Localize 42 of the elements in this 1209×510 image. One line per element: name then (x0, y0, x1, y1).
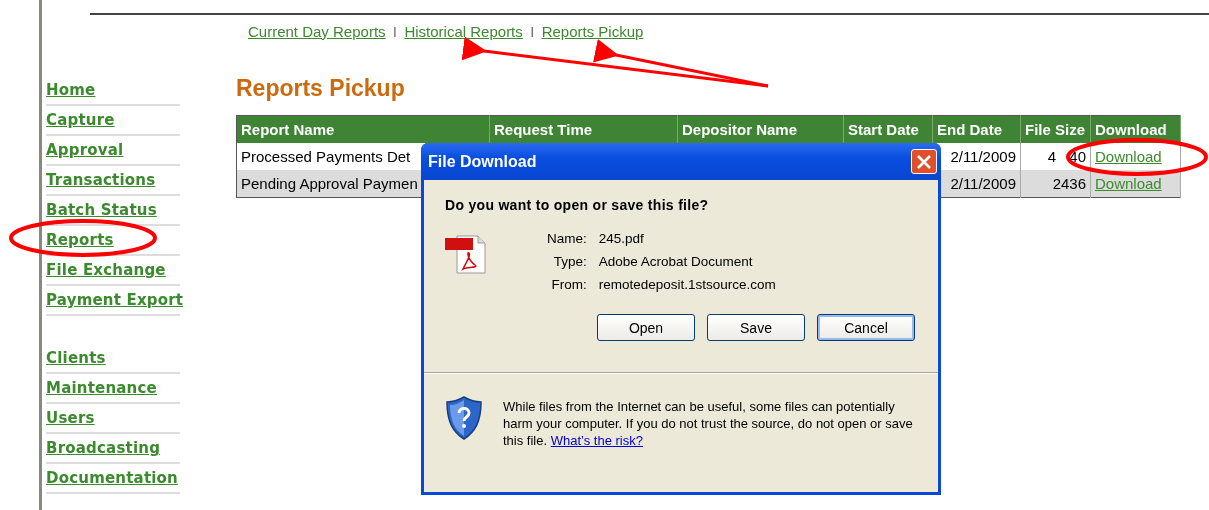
column-header: Report Name (236, 115, 490, 143)
sidebar-link[interactable]: File Exchange (46, 256, 180, 286)
field-label: From: (550, 277, 587, 292)
page-title: Reports Pickup (236, 75, 406, 103)
dialog-question: Do you want to open or save this file? (444, 196, 710, 213)
field-value: Adobe Acrobat Document (598, 254, 754, 269)
close-icon (916, 153, 932, 170)
dialog-button[interactable]: Save (707, 314, 805, 341)
sidebar-link[interactable]: Home (46, 76, 180, 106)
report-tab-link[interactable]: Current Day Reports (248, 22, 386, 40)
report-tab-link[interactable]: Historical Reports (404, 22, 523, 40)
sidebar-link[interactable]: Transactions (46, 166, 180, 196)
sidebar-link[interactable]: Broadcasting (46, 434, 180, 464)
sidebar-link[interactable]: Capture (46, 106, 180, 136)
dialog-button[interactable]: Cancel (817, 314, 915, 341)
field-label: Name: (547, 231, 587, 246)
sidebar-link[interactable]: Clients (46, 344, 180, 374)
download-link[interactable]: Download (1095, 148, 1162, 165)
field-value: remotedeposit.1stsource.com (598, 277, 776, 292)
risk-link[interactable]: What’s the risk? (550, 433, 643, 448)
pdf-file-icon (445, 235, 487, 275)
report-tab-link[interactable]: Reports Pickup (541, 22, 644, 40)
link-separator: | (393, 25, 397, 37)
sidebar-link[interactable]: Approval (46, 136, 180, 166)
column-header: Request Time (489, 115, 678, 143)
field-value: 245.pdf (598, 231, 645, 246)
table-cell: 2436 (1020, 170, 1091, 198)
security-warning: While files from the Internet can be useful, some files can potentially harm your computer. If you do not trust the source, do not open or save this file. What’s the risk? (503, 398, 914, 449)
link-separator: | (530, 25, 534, 37)
sidebar-link[interactable]: Reports (46, 226, 180, 256)
sidebar-link[interactable]: Batch Status (46, 196, 180, 226)
sidebar-link[interactable]: Documentation (46, 464, 180, 494)
dialog-button[interactable]: Open (597, 314, 695, 341)
column-header: End Date (932, 115, 1021, 143)
column-header: File Size (1020, 115, 1091, 143)
close-button[interactable] (911, 149, 937, 174)
shield-question-icon (445, 396, 483, 440)
sidebar-link[interactable]: Maintenance (46, 374, 180, 404)
column-header: Depositor Name (677, 115, 844, 143)
field-label: Type: (552, 254, 587, 269)
sidebar-link[interactable]: Users (46, 404, 180, 434)
column-header: Start Date (843, 115, 933, 143)
